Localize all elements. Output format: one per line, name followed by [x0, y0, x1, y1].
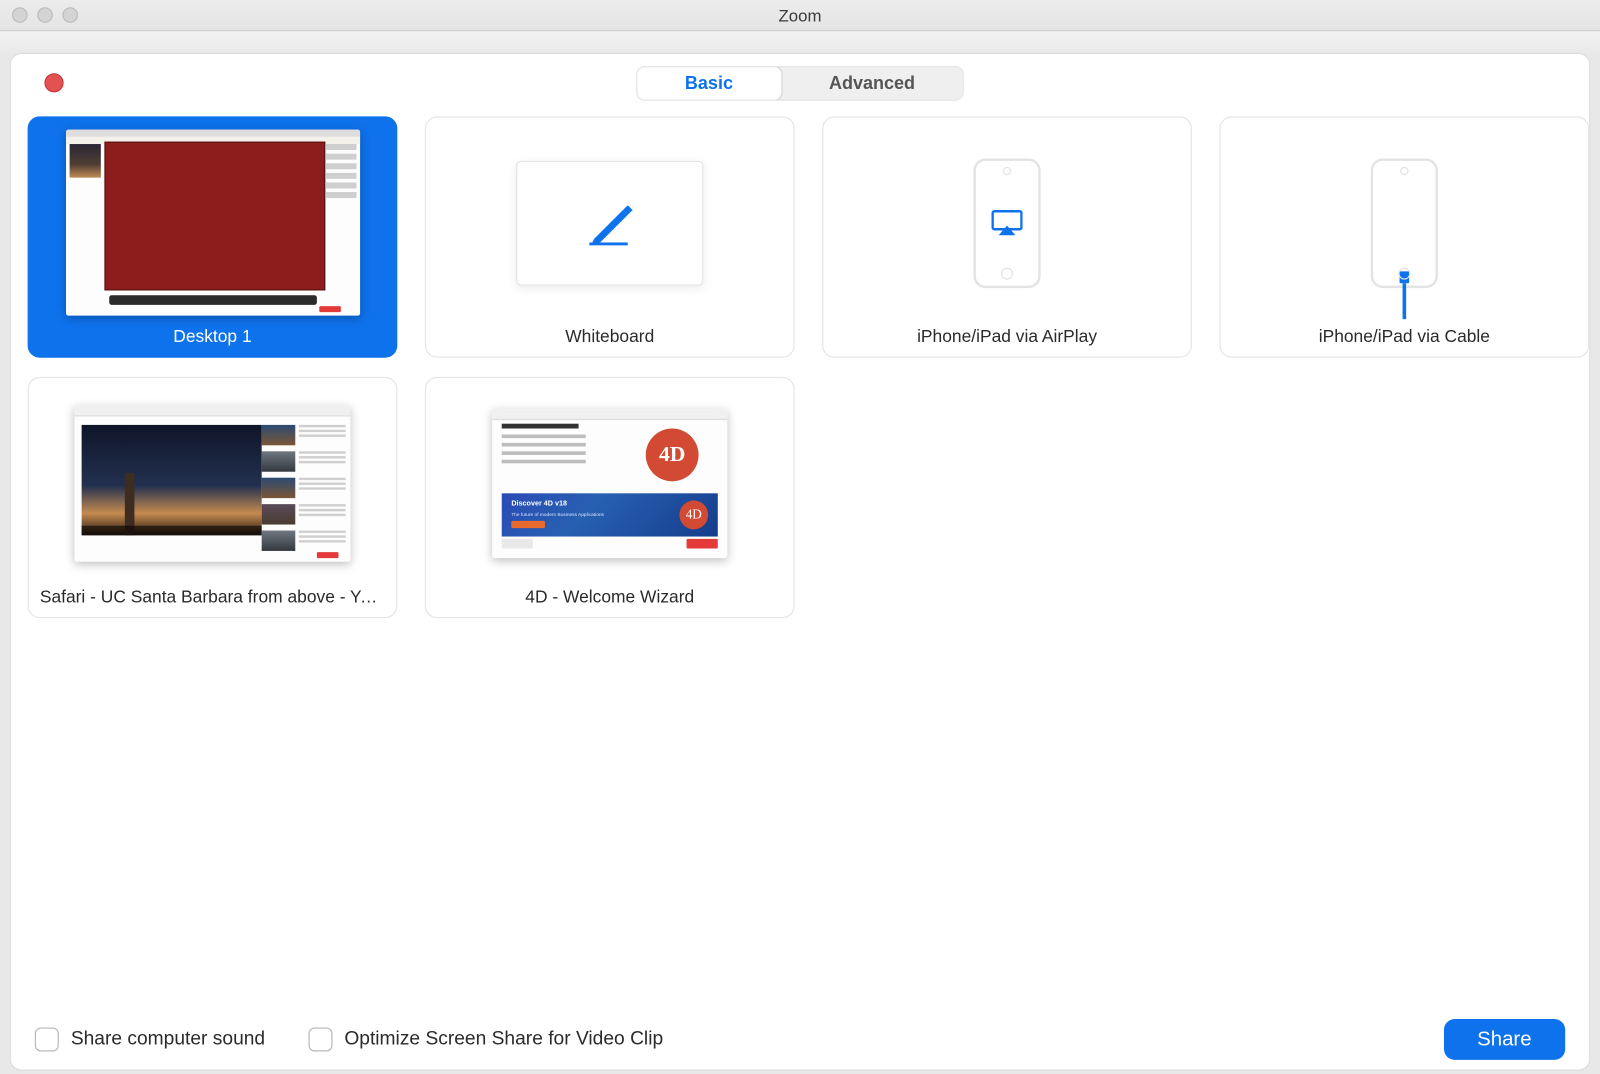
tile-label: iPhone/iPad via Cable: [1232, 328, 1577, 347]
share-button[interactable]: Share: [1444, 1018, 1566, 1059]
preview-airplay: [823, 118, 1190, 328]
fourd-logo-icon: 4D: [646, 428, 699, 481]
tile-label: iPhone/iPad via AirPlay: [834, 328, 1179, 347]
mode-segmented-control: Basic Advanced: [636, 65, 965, 100]
checkbox-optimize-video[interactable]: Optimize Screen Share for Video Clip: [308, 1027, 663, 1051]
fourd-band-title: Discover 4D v18: [511, 500, 567, 507]
share-panel: Basic Advanced Desktop 1: [10, 53, 1591, 1071]
pencil-icon: [587, 200, 633, 246]
tile-label: Safari - UC Santa Barbara from above - Y…: [40, 588, 385, 607]
share-options-grid: Desktop 1 Whiteboard: [11, 112, 1589, 619]
tile-desktop-1[interactable]: Desktop 1: [28, 116, 398, 357]
preview-safari: [29, 378, 396, 588]
tile-label: Desktop 1: [40, 328, 385, 347]
fourd-logo-small-icon: 4D: [679, 500, 708, 529]
tile-iphone-cable[interactable]: iPhone/iPad via Cable: [1220, 116, 1590, 357]
tile-label: 4D - Welcome Wizard: [437, 588, 782, 607]
checkbox-icon[interactable]: [35, 1027, 59, 1051]
macos-titlebar: Zoom: [0, 0, 1600, 31]
checkbox-share-sound[interactable]: Share computer sound: [35, 1027, 265, 1051]
fourd-band-subtitle: The future of modern Business Applicatio…: [511, 511, 604, 517]
checkbox-label: Optimize Screen Share for Video Clip: [344, 1028, 663, 1050]
checkbox-label: Share computer sound: [71, 1028, 265, 1050]
preview-4d: 4D Discover 4D v18 The future of modern …: [426, 378, 793, 588]
safari-thumbnail: [74, 405, 350, 561]
tile-iphone-airplay[interactable]: iPhone/iPad via AirPlay: [822, 116, 1192, 357]
traffic-zoom-icon[interactable]: [62, 7, 78, 23]
checkbox-icon[interactable]: [308, 1027, 332, 1051]
titlebar-shadow: [0, 31, 1600, 53]
airplay-icon: [991, 209, 1022, 235]
traffic-close-icon[interactable]: [12, 7, 28, 23]
panel-header: Basic Advanced: [11, 54, 1589, 112]
window-title: Zoom: [779, 5, 822, 24]
fourd-thumbnail: 4D Discover 4D v18 The future of modern …: [492, 409, 727, 558]
close-panel-icon[interactable]: [44, 73, 63, 92]
tile-4d[interactable]: 4D Discover 4D v18 The future of modern …: [425, 377, 795, 618]
panel-footer: Share computer sound Optimize Screen Sha…: [11, 1007, 1589, 1069]
tile-whiteboard[interactable]: Whiteboard: [425, 116, 795, 357]
tile-safari[interactable]: Safari - UC Santa Barbara from above - Y…: [28, 377, 398, 618]
tile-label: Whiteboard: [437, 328, 782, 347]
preview-cable: [1221, 118, 1588, 328]
traffic-minimize-icon[interactable]: [37, 7, 53, 23]
traffic-lights[interactable]: [12, 7, 78, 23]
preview-desktop-1: [29, 118, 396, 328]
cable-icon: [1396, 271, 1413, 319]
desktop-thumbnail: [65, 130, 359, 316]
tab-basic[interactable]: Basic: [636, 65, 782, 100]
preview-whiteboard: [426, 118, 793, 328]
tab-advanced[interactable]: Advanced: [781, 67, 963, 99]
